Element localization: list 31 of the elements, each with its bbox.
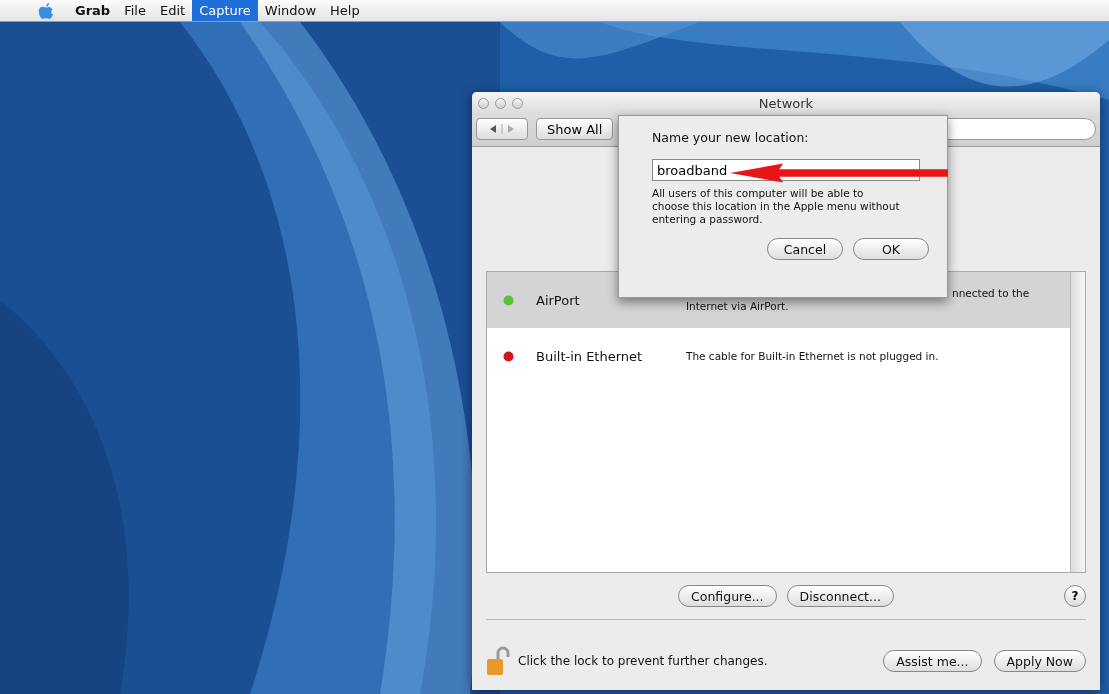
dialog-button[interactable]: OK xyxy=(853,238,929,260)
apple-icon[interactable] xyxy=(38,1,54,20)
lock-hint-text: Click the lock to prevent further changes. xyxy=(518,654,768,668)
service-row[interactable]: Built-in Ethernet The cable for Built-in Ethernet is not plugged in. xyxy=(487,328,1070,384)
window-title: Network xyxy=(758,95,814,111)
dialog-note: All users of this computer will be able to choose this location in the Apple menu without entering a password. xyxy=(652,187,901,226)
menu-item[interactable]: Grab xyxy=(68,0,118,21)
service-status-text: The cable for Built-in Ethernet is not plugged in. xyxy=(686,349,939,363)
back-forward-buttons[interactable] xyxy=(476,118,528,140)
help-button[interactable]: ? xyxy=(1064,585,1086,607)
service-name: Built-in Ethernet xyxy=(535,348,644,364)
menu-item[interactable]: Window xyxy=(257,0,324,21)
service-status-text: nnected to the xyxy=(952,287,1030,300)
footer-button[interactable]: Assist me... xyxy=(883,650,982,672)
footer-button[interactable]: Apply Now xyxy=(993,650,1086,672)
dialog-prompt: Name your new location: xyxy=(652,130,810,145)
window-control-icon[interactable] xyxy=(495,97,506,109)
menu-item[interactable]: Help xyxy=(323,0,367,21)
service-name: AirPort xyxy=(535,292,581,308)
scroll-bar[interactable] xyxy=(1070,272,1085,572)
service-status-text: Internet via AirPort. xyxy=(686,300,790,313)
window-control-icon[interactable] xyxy=(512,97,523,109)
menu-item[interactable]: Edit xyxy=(152,0,193,21)
open-padlock-icon[interactable] xyxy=(486,646,510,676)
service-action-button[interactable]: Configure... xyxy=(678,585,777,607)
window-control-icon[interactable] xyxy=(478,97,489,109)
menu-item[interactable]: Capture xyxy=(192,0,258,21)
service-action-button[interactable]: Disconnect... xyxy=(786,585,894,607)
menu-item[interactable]: File xyxy=(117,0,153,21)
show-all-button[interactable]: Show All xyxy=(536,118,614,140)
dialog-button[interactable]: Cancel xyxy=(767,238,843,260)
